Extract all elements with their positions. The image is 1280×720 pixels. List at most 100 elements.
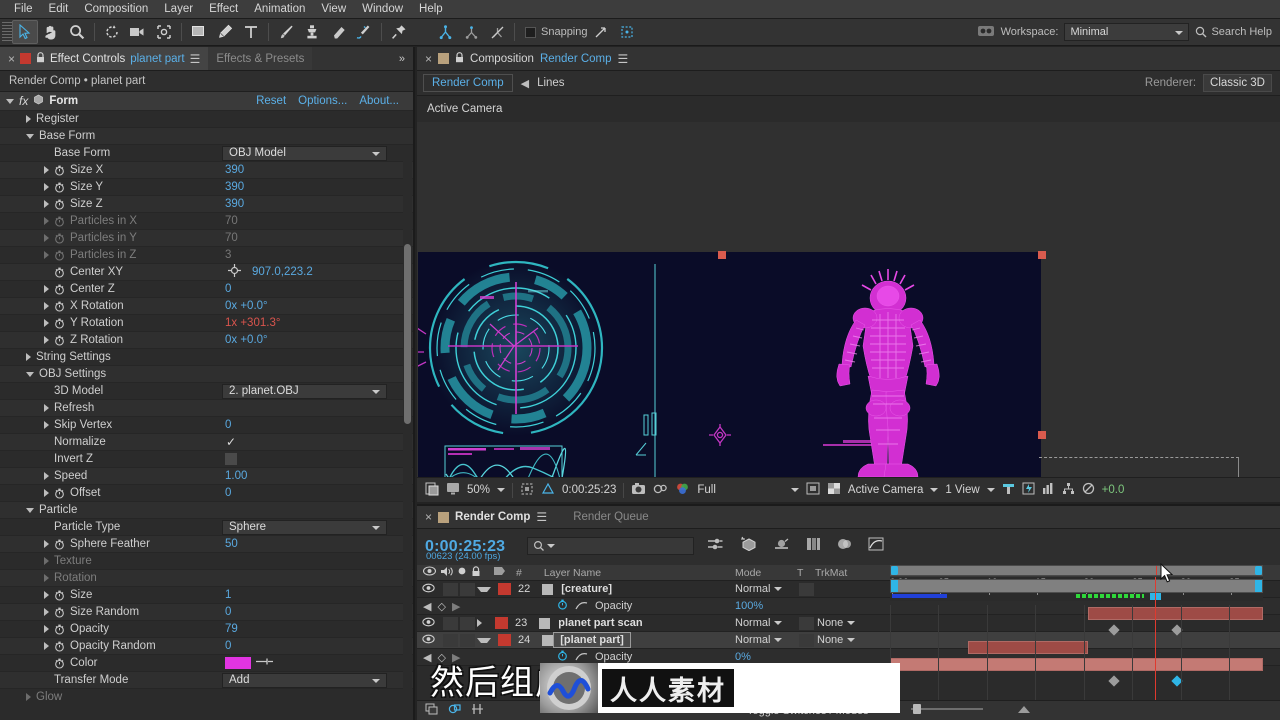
menu-item-help[interactable]: Help: [411, 0, 451, 19]
twirl-icon[interactable]: [26, 133, 34, 139]
menu-item-animation[interactable]: Animation: [246, 0, 313, 19]
exposure-value[interactable]: +0.0: [1102, 484, 1125, 496]
tab-effects-and-presets[interactable]: Effects & Presets: [208, 47, 313, 70]
property-value[interactable]: 0: [225, 487, 231, 499]
audio-switch[interactable]: [443, 633, 458, 647]
navigator-end-handle[interactable]: [1255, 566, 1262, 575]
twirl-icon[interactable]: [44, 251, 49, 259]
twirl-icon[interactable]: [477, 619, 488, 627]
clone-stamp-tool-icon[interactable]: [299, 20, 325, 44]
comp-flowchart-icon[interactable]: [1062, 482, 1075, 498]
track-matte-swatch[interactable]: [799, 633, 814, 647]
composition-viewer[interactable]: [417, 122, 1280, 477]
keyframe[interactable]: [1108, 624, 1120, 636]
stopwatch-icon[interactable]: [54, 216, 65, 227]
twirl-icon[interactable]: [26, 371, 34, 377]
hand-tool-icon[interactable]: [38, 20, 64, 44]
stopwatch-icon[interactable]: [54, 539, 65, 550]
graph-editor-icon[interactable]: [575, 600, 588, 613]
keyframe-next-icon[interactable]: ▶: [446, 600, 460, 613]
hide-shy-layers-icon[interactable]: [773, 537, 790, 554]
twirl-icon[interactable]: [44, 574, 49, 582]
stopwatch-icon[interactable]: [54, 284, 65, 295]
property-value[interactable]: 79: [225, 623, 238, 635]
property-value[interactable]: 50: [225, 538, 238, 550]
property-row[interactable]: Center Z 0: [0, 281, 413, 298]
stopwatch-icon[interactable]: [54, 335, 65, 346]
stopwatch-icon[interactable]: [54, 165, 65, 176]
stopwatch-icon[interactable]: [54, 267, 65, 278]
property-value[interactable]: 0: [225, 606, 231, 618]
comp-mini-flowchart-icon[interactable]: [425, 703, 438, 718]
twirl-icon[interactable]: [44, 217, 49, 225]
layer-bar[interactable]: [890, 658, 1263, 671]
frame-blending-icon[interactable]: [806, 537, 821, 554]
property-row[interactable]: String Settings: [0, 349, 413, 366]
property-row[interactable]: Size 1: [0, 587, 413, 604]
twirl-icon[interactable]: [44, 302, 49, 310]
track-matte-swatch[interactable]: [799, 582, 814, 596]
property-value[interactable]: 0x +0.0°: [225, 334, 268, 346]
property-row[interactable]: 3D Model 2. planet.OBJ: [0, 383, 413, 400]
twirl-icon[interactable]: [26, 353, 31, 361]
tab-effect-controls[interactable]: × Effect Controls planet part ☰: [0, 47, 209, 70]
layer-trkmat[interactable]: None: [817, 617, 856, 629]
property-value[interactable]: 390: [225, 198, 244, 210]
stopwatch-icon[interactable]: [54, 233, 65, 244]
panel-menu-icon[interactable]: ☰: [536, 510, 547, 524]
brush-tool-icon[interactable]: [273, 20, 299, 44]
property-checkbox-off[interactable]: [225, 453, 237, 465]
menu-item-edit[interactable]: Edit: [41, 0, 77, 19]
resolution-chevron-down-icon[interactable]: [790, 488, 799, 492]
reset-link[interactable]: Reset: [256, 95, 286, 107]
property-row[interactable]: Base Form: [0, 128, 413, 145]
close-icon[interactable]: ×: [425, 53, 432, 65]
pixel-aspect-icon[interactable]: [1002, 482, 1015, 498]
close-icon[interactable]: ×: [8, 53, 15, 65]
overflow-chevron-icon[interactable]: »: [391, 47, 413, 70]
fast-preview-icon[interactable]: [1022, 482, 1035, 498]
lock-icon[interactable]: [36, 51, 45, 66]
graph-editor-icon[interactable]: [868, 537, 884, 554]
twirl-icon[interactable]: [44, 591, 49, 599]
property-row[interactable]: Offset 0: [0, 485, 413, 502]
work-area-start-handle[interactable]: [891, 580, 898, 592]
property-row[interactable]: Particle Type Sphere: [0, 519, 413, 536]
resolution-value[interactable]: Full: [697, 484, 716, 496]
layer-mode[interactable]: Normal: [735, 617, 783, 629]
flowchart-back-icon[interactable]: ◀: [521, 77, 529, 90]
property-row[interactable]: Z Rotation 0x +0.0°: [0, 332, 413, 349]
effect-twirl-icon[interactable]: [6, 98, 14, 104]
twirl-icon[interactable]: [44, 557, 49, 565]
menu-item-effect[interactable]: Effect: [201, 0, 246, 19]
property-row[interactable]: Particles in Z 3: [0, 247, 413, 264]
channel-rgb-icon[interactable]: [675, 482, 690, 498]
solo-switch[interactable]: [460, 633, 475, 647]
eye-icon[interactable]: [417, 566, 437, 579]
property-dropdown[interactable]: OBJ Model: [222, 145, 387, 161]
renderer-value[interactable]: Classic 3D: [1203, 74, 1272, 92]
timeline-graph-area[interactable]: [890, 577, 1263, 701]
grid-guides-icon[interactable]: [541, 482, 555, 499]
workspace-dropdown[interactable]: Minimal: [1064, 23, 1190, 41]
comp-name-button[interactable]: Render Comp: [423, 74, 513, 92]
property-row[interactable]: Transfer Mode Add: [0, 672, 413, 689]
audio-switch[interactable]: [443, 616, 458, 630]
property-row[interactable]: Size Y 390: [0, 179, 413, 196]
property-row[interactable]: Opacity Random 0: [0, 638, 413, 655]
twirl-icon[interactable]: [26, 507, 34, 513]
zoom-in-timeline-icon[interactable]: [1017, 705, 1031, 717]
flowchart-label[interactable]: Lines: [537, 77, 565, 89]
stopwatch-icon[interactable]: [54, 624, 65, 635]
twirl-icon[interactable]: [44, 319, 49, 327]
twirl-icon[interactable]: [44, 540, 49, 548]
stopwatch-icon[interactable]: [54, 488, 65, 499]
snap-arrow-icon[interactable]: [588, 20, 614, 44]
viewer-timecode[interactable]: 0:00:25:23: [562, 484, 616, 496]
zoom-tool-icon[interactable]: [64, 20, 90, 44]
anchor-point-picker-icon[interactable]: [228, 264, 241, 280]
property-row[interactable]: Particles in Y 70: [0, 230, 413, 247]
solo-icon[interactable]: [453, 566, 467, 579]
effect-controls-scrollbar[interactable]: [403, 159, 412, 720]
property-value[interactable]: 70: [225, 232, 238, 244]
